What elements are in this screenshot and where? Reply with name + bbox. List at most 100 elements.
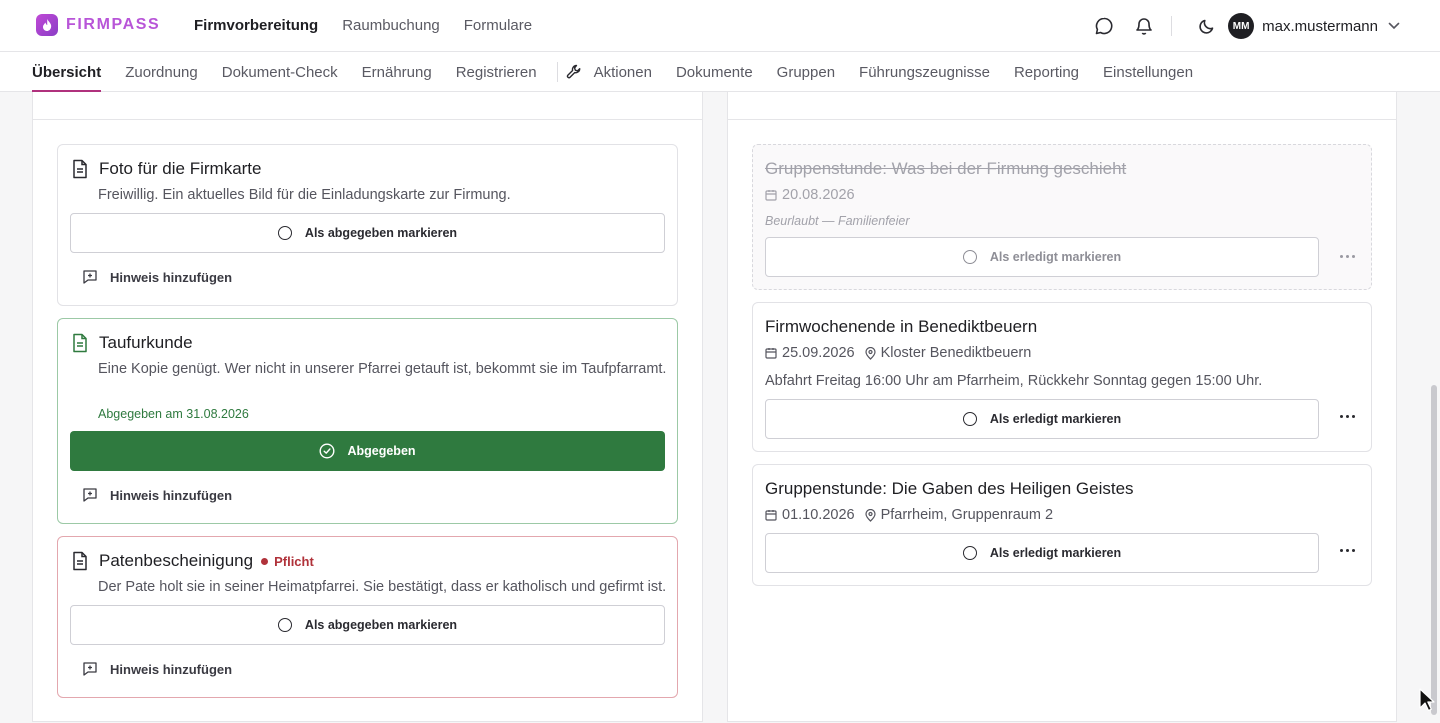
event-card: Firmwochenende in Benediktbeuern 25.09.2… [752,302,1372,452]
hint-label: Hinweis hinzufügen [110,487,233,503]
event-location: Pfarrheim, Gruppenraum 2 [880,507,1054,523]
tab-zuordnung[interactable]: Zuordnung [125,52,198,92]
circle-icon [962,412,977,426]
bell-icon[interactable] [1129,12,1159,40]
button-label: Als erledigt markieren [989,412,1122,426]
divider [556,62,558,82]
mark-done-button[interactable]: Als erledigt markieren [765,533,1319,573]
document-icon [71,159,89,179]
button-label: Als erledigt markieren [989,546,1122,560]
document-card-sponsor: Patenbescheinigung Pflicht Der Pate holt… [57,536,678,698]
chat-icon[interactable] [1089,12,1119,40]
tab-reporting[interactable]: Reporting [1014,52,1079,92]
mark-submitted-button[interactable]: Als abgegeben markieren [70,213,665,253]
more-options-icon[interactable] [1335,246,1359,266]
wrench-icon [566,64,582,80]
submitted-button[interactable]: Abgegeben [70,431,665,471]
add-hint-button[interactable]: Hinweis hinzufügen [82,487,232,503]
moon-icon[interactable] [1192,12,1222,40]
message-plus-icon [82,269,98,285]
tab-fuehrungszeugnisse[interactable]: Führungszeugnisse [859,52,990,92]
top-right-controls: MM max.mustermann [1079,12,1400,40]
map-pin-icon [864,346,876,360]
event-title: Gruppenstunde: Die Gaben des Heiligen Ge… [765,479,1134,498]
mark-done-button[interactable]: Als erledigt markieren [765,399,1319,439]
main-nav: Firmvorbereitung Raumbuchung Formulare [194,17,532,34]
map-pin-icon [864,508,876,522]
main-nav-raumbuchung[interactable]: Raumbuchung [342,17,440,34]
document-card-baptism: Taufurkunde Eine Kopie genügt. Wer nicht… [57,318,678,524]
message-plus-icon [82,661,98,677]
required-dot [261,557,269,565]
main-nav-formulare[interactable]: Formulare [464,17,532,34]
more-options-icon[interactable] [1335,406,1359,426]
event-meta: 20.08.2026 [765,187,855,203]
event-note: Abfahrt Freitag 16:00 Uhr am Pfarrheim, … [765,373,1263,389]
button-label: Abgegeben [347,444,416,458]
tab-aktionen[interactable]: Aktionen [594,52,652,92]
tab-dokument-check[interactable]: Dokument-Check [222,52,338,92]
divider [1171,16,1173,36]
event-title: Firmwochenende in Benediktbeuern [765,317,1038,336]
message-plus-icon [82,487,98,503]
event-title: Gruppenstunde: Was bei der Firmung gesch… [765,159,1127,178]
circle-icon [277,226,292,240]
button-label: Als erledigt markieren [989,250,1122,264]
brand-name: FIRMPASS [66,16,161,33]
circle-icon [962,250,977,264]
circle-icon [962,546,977,560]
event-card-excused: Gruppenstunde: Was bei der Firmung gesch… [752,144,1372,290]
mark-done-button[interactable]: Als erledigt markieren [765,237,1319,277]
document-description: Der Pate holt sie in seiner Heimatpfarre… [98,579,667,595]
event-card: Gruppenstunde: Die Gaben des Heiligen Ge… [752,464,1372,586]
brand[interactable]: FIRMPASS [36,14,160,36]
username[interactable]: max.mustermann [1262,18,1378,35]
main-nav-firmvorbereitung[interactable]: Firmvorbereitung [194,17,318,34]
documents-panel: Foto für die Firmkarte Freiwillig. Ein a… [32,92,703,722]
document-title: Foto für die Firmkarte [99,159,262,178]
divider [33,119,702,120]
document-description: Freiwillig. Ein aktuelles Bild für die E… [98,187,511,203]
scrollbar[interactable] [1431,385,1437,715]
divider [728,119,1396,120]
tab-dokumente[interactable]: Dokumente [676,52,753,92]
submitted-date: Abgegeben am 31.08.2026 [98,407,249,421]
event-location: Kloster Benediktbeuern [880,345,1032,361]
event-date: 01.10.2026 [782,507,855,523]
document-icon [71,333,89,353]
tab-einstellungen[interactable]: Einstellungen [1103,52,1193,92]
tab-gruppen[interactable]: Gruppen [777,52,835,92]
required-badge: Pflicht [261,554,314,569]
mark-submitted-button[interactable]: Als abgegeben markieren [70,605,665,645]
tab-uebersicht[interactable]: Übersicht [32,52,102,92]
more-options-icon[interactable] [1335,540,1359,560]
tab-ernaehrung[interactable]: Ernährung [362,52,432,92]
document-icon [71,551,89,571]
document-description: Eine Kopie genügt. Wer nicht in unserer … [98,361,667,377]
event-meta: 25.09.2026 Kloster Benediktbeuern [765,345,1031,361]
sub-nav: Übersicht Zuordnung Dokument-Check Ernäh… [0,52,1440,92]
calendar-icon [765,189,777,201]
tab-registrieren[interactable]: Registrieren [456,52,537,92]
button-label: Als abgegeben markieren [304,226,458,240]
button-label: Als abgegeben markieren [304,618,458,632]
event-date: 25.09.2026 [782,345,855,361]
hint-label: Hinweis hinzufügen [110,661,233,677]
events-panel: Gruppenstunde: Was bei der Firmung gesch… [727,92,1397,722]
chevron-down-icon[interactable] [1388,17,1400,35]
calendar-icon [765,509,777,521]
event-meta: 01.10.2026 Pfarrheim, Gruppenraum 2 [765,507,1053,523]
document-title: Patenbescheinigung [99,551,254,570]
hint-label: Hinweis hinzufügen [110,269,233,285]
top-header: FIRMPASS Firmvorbereitung Raumbuchung Fo… [0,0,1440,52]
mouse-cursor-icon [1419,688,1435,717]
document-card-photo: Foto für die Firmkarte Freiwillig. Ein a… [57,144,678,306]
add-hint-button[interactable]: Hinweis hinzufügen [82,661,232,677]
event-date: 20.08.2026 [782,187,855,203]
required-label: Pflicht [274,553,314,569]
add-hint-button[interactable]: Hinweis hinzufügen [82,269,232,285]
calendar-icon [765,347,777,359]
avatar[interactable]: MM [1228,13,1255,39]
circle-icon [277,618,292,632]
document-title: Taufurkunde [99,333,193,352]
